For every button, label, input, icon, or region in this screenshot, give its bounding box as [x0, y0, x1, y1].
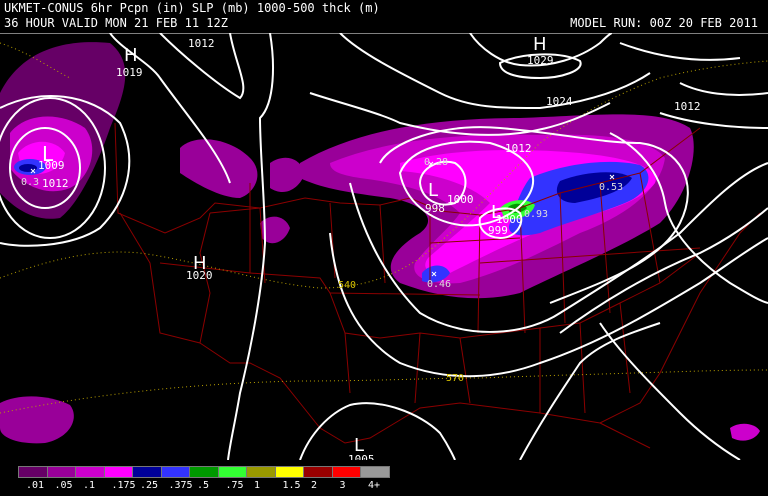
legend-label: .05: [54, 480, 73, 491]
precip-legend: .01 .05 .1 .175 .25 .375 .5 .75 1 1.5 2 3 4+: [18, 466, 390, 494]
product-title: UKMET-CONUS 6hr Pcpn (in) SLP (mb) 1000-…: [4, 1, 380, 15]
legend-label: .1: [83, 480, 96, 491]
isobar-label: 1012: [505, 142, 532, 155]
high-center-letter: H: [533, 34, 547, 55]
pressure-value: 1020: [186, 269, 213, 282]
pressure-value: 1005: [348, 453, 375, 460]
legend-swatch: [189, 466, 219, 478]
legend-label: .175: [111, 480, 136, 491]
legend-swatch: [360, 466, 390, 478]
isobar-label: 1012: [188, 37, 215, 50]
isobar-label: 1000: [496, 213, 523, 226]
precip-max-label: 0.3: [21, 177, 39, 188]
legend-swatch: [331, 466, 362, 478]
low-center-letter: L: [428, 180, 438, 201]
isobar-label: 1024: [546, 95, 573, 108]
legend-label: .25: [140, 480, 159, 491]
thickness-label: 570: [446, 373, 464, 384]
valid-time: 36 HOUR VALID MON 21 FEB 11 12Z: [4, 16, 228, 30]
legend-label: .01: [26, 480, 45, 491]
legend-label: 3: [339, 480, 346, 491]
legend-label: .75: [225, 480, 244, 491]
legend-swatch: [75, 466, 105, 478]
legend-swatch: [18, 466, 48, 478]
precip-max-label: 0.53: [599, 182, 623, 193]
legend-swatch: [303, 466, 333, 478]
isobar-label: 1000: [447, 193, 474, 206]
legend-swatch: [217, 466, 248, 478]
legend-swatch: [132, 466, 162, 478]
legend-label: 4+: [368, 480, 381, 491]
legend-swatch: [160, 466, 191, 478]
legend-swatch: [274, 466, 305, 478]
isobar-label: 1012: [674, 100, 701, 113]
legend-label: 1: [254, 480, 261, 491]
thickness-label: 540: [338, 280, 356, 291]
precip-max-label: 0.28: [424, 157, 448, 168]
pressure-value: 1019: [116, 66, 143, 79]
legend-label: .375: [168, 480, 193, 491]
legend-swatch: [246, 466, 276, 478]
thickness-labels: 540 570: [338, 280, 464, 384]
weather-map-screen: UKMET-CONUS 6hr Pcpn (in) SLP (mb) 1000-…: [0, 0, 768, 496]
legend-label: 2: [311, 480, 318, 491]
precipitation-shading: [0, 42, 760, 444]
legend-swatch: [46, 466, 77, 478]
pressure-value: 998: [425, 202, 445, 215]
high-center-letter: H: [124, 45, 138, 66]
precip-max-label: 0.93: [524, 209, 548, 220]
legend-swatch: [103, 466, 134, 478]
forecast-map: L H H H L L L 1019 1029 1020 1009 998 99…: [0, 33, 768, 460]
pressure-value: 1009: [38, 159, 65, 172]
legend-label: .5: [197, 480, 210, 491]
model-run-label: MODEL RUN: 00Z 20 FEB 2011: [570, 16, 758, 30]
isobar-label: 1012: [42, 177, 69, 190]
legend-label: 1.5: [282, 480, 301, 491]
pressure-value: 1029: [527, 54, 554, 67]
precip-max-label: 0.46: [427, 279, 451, 290]
